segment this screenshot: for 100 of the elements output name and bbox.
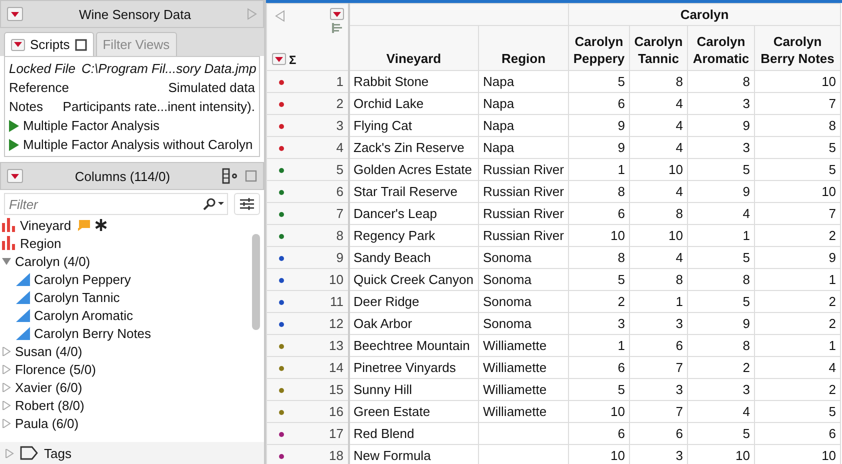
- table-cell: 2: [828, 228, 836, 243]
- filter-field[interactable]: Filter: [4, 193, 228, 215]
- table-cell: 8: [676, 272, 683, 287]
- table-cell: Williamette: [483, 404, 547, 419]
- column-item[interactable]: Robert (8/0): [2, 396, 252, 414]
- collapsed-icon[interactable]: [2, 400, 11, 410]
- table-cell: 4: [676, 96, 683, 111]
- column-item[interactable]: Paula (6/0): [2, 414, 252, 432]
- run-icon[interactable]: [9, 120, 19, 132]
- checkbox-icon[interactable]: [245, 170, 257, 182]
- table-cell: 1: [742, 228, 750, 243]
- column-header[interactable]: Carolyn Peppery: [568, 26, 630, 70]
- dropdown-button[interactable]: [272, 53, 286, 65]
- column-item[interactable]: Carolyn Peppery: [2, 270, 252, 288]
- table-cell: 8: [742, 74, 750, 89]
- table-cell: 9: [742, 184, 750, 199]
- expanded-icon[interactable]: [2, 256, 11, 266]
- property-value: Participants rate...inent intensity).: [62, 99, 255, 114]
- row-number: 16: [329, 404, 344, 419]
- checkbox-icon[interactable]: [74, 38, 87, 50]
- script-item[interactable]: Multiple Factor Analysis without Carolyn: [9, 135, 255, 154]
- column-item[interactable]: Vineyard: [2, 216, 252, 234]
- table-cell: 5: [828, 162, 836, 177]
- table-cell: 6: [676, 338, 683, 353]
- table-cell: 5: [742, 250, 750, 265]
- column-settings-icon[interactable]: [222, 168, 239, 184]
- table-cell: Napa: [483, 118, 514, 133]
- table-cell: Napa: [483, 74, 514, 89]
- table-cell: 6: [618, 360, 625, 375]
- table-cell: 1: [828, 338, 836, 353]
- row-number: 1: [336, 74, 344, 89]
- run-icon[interactable]: [9, 138, 19, 150]
- table-cell: 4: [676, 184, 683, 199]
- table-cell: Napa: [483, 140, 514, 155]
- table-cell: 4: [742, 404, 750, 419]
- row-number: 13: [329, 338, 344, 353]
- tags-section[interactable]: Tags: [0, 442, 264, 464]
- column-header[interactable]: Carolyn Tannic: [630, 26, 688, 70]
- property-label: Locked File: [9, 61, 76, 76]
- column-header[interactable]: Vineyard: [348, 26, 478, 70]
- collapsed-icon[interactable]: [2, 364, 11, 374]
- table-cell: 3: [676, 316, 683, 331]
- table-cell: 6: [618, 206, 625, 221]
- table-cell: 4: [676, 140, 683, 155]
- table-cell: Williamette: [483, 382, 547, 397]
- row-number: 17: [329, 426, 344, 441]
- row-number: 4: [336, 140, 344, 155]
- table-cell: Russian River: [483, 162, 564, 177]
- collapsed-icon[interactable]: [2, 346, 11, 356]
- dropdown-button[interactable]: [7, 169, 23, 183]
- column-item[interactable]: Region: [2, 234, 252, 252]
- table-cell: 2: [828, 382, 836, 397]
- sliders-icon: [239, 197, 255, 211]
- dropdown-button[interactable]: [330, 8, 344, 20]
- table-cell: 10: [610, 404, 625, 419]
- row-number: 5: [336, 162, 344, 177]
- tab[interactable]: Scripts: [4, 32, 94, 56]
- table-cell: 2: [828, 294, 836, 309]
- dropdown-button[interactable]: [7, 7, 23, 21]
- table-cell: 9: [618, 140, 625, 155]
- dropdown-button[interactable]: [11, 38, 25, 50]
- table-cell: 3: [742, 382, 750, 397]
- column-item[interactable]: Carolyn Aromatic: [2, 306, 252, 324]
- collapsed-icon[interactable]: [5, 448, 14, 458]
- table-cell: 5: [618, 272, 625, 287]
- table-cell: 8: [742, 338, 750, 353]
- table-cell: 5: [742, 294, 750, 309]
- table-cell: 4: [742, 206, 750, 221]
- table-cell: 7: [676, 404, 683, 419]
- collapsed-icon[interactable]: [2, 382, 11, 392]
- search-icon[interactable]: [203, 198, 225, 210]
- table-cell: 9: [618, 118, 625, 133]
- column-item[interactable]: Carolyn (4/0): [2, 252, 252, 270]
- table-cell: Quick Creek Canyon: [354, 272, 474, 287]
- sigma-symbol[interactable]: Σ: [289, 53, 296, 67]
- column-item[interactable]: Carolyn Berry Notes: [2, 324, 252, 342]
- row-number: 10: [329, 272, 344, 287]
- table-cell: 1: [676, 294, 683, 309]
- column-lines-icon[interactable]: [332, 23, 342, 33]
- column-header[interactable]: Region: [478, 26, 568, 70]
- table-cell: 3: [676, 448, 683, 463]
- column-item[interactable]: Xavier (6/0): [2, 378, 252, 396]
- table-cell: Oak Arbor: [354, 316, 412, 331]
- column-item[interactable]: Susan (4/0): [2, 342, 252, 360]
- table-cell: 10: [668, 162, 683, 177]
- collapsed-icon[interactable]: [2, 418, 11, 428]
- column-header[interactable]: Carolyn Aromatic: [688, 26, 754, 70]
- table-cell: 9: [828, 250, 836, 265]
- column-header[interactable]: Carolyn Berry Notes: [754, 26, 841, 70]
- collapse-icon[interactable]: [275, 10, 285, 22]
- table-cell: 6: [828, 426, 836, 441]
- options-button[interactable]: [234, 193, 260, 215]
- row-number: 9: [336, 250, 344, 265]
- column-item[interactable]: Florence (5/0): [2, 360, 252, 378]
- property-label: Reference: [9, 80, 69, 95]
- row-number: 8: [336, 228, 344, 243]
- bar-chart-icon: [2, 218, 16, 232]
- window-title: Wine Sensory Data: [78, 6, 192, 22]
- script-item[interactable]: Multiple Factor Analysis: [9, 116, 255, 135]
- column-item[interactable]: Carolyn Tannic: [2, 288, 252, 306]
